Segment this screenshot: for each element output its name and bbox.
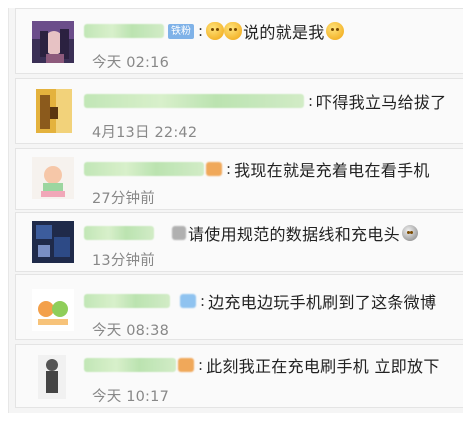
comment-time: 今天 08:38 [92, 323, 169, 339]
colon: : [308, 92, 314, 110]
username-blurred[interactable] [84, 94, 304, 108]
comment-time: 今天 02:16 [92, 55, 169, 71]
avatar[interactable] [32, 21, 74, 63]
comment-text: 我现在就是充着电在看手机 [234, 161, 430, 180]
avatar[interactable] [32, 289, 74, 331]
lock-face-icon [401, 225, 418, 241]
username-blurred[interactable] [84, 24, 164, 38]
comment-time: 27分钟前 [92, 191, 155, 207]
avatar[interactable] [32, 157, 74, 199]
cat-face-icon [206, 22, 225, 40]
colon: : [198, 22, 204, 40]
avatar[interactable] [36, 89, 72, 133]
colon: : [200, 292, 206, 310]
comment-text: 说的就是我 [243, 23, 325, 42]
username-blurred[interactable] [84, 162, 204, 176]
tag-icon [178, 358, 194, 372]
colon: : [226, 160, 232, 178]
comment-item[interactable]: 铁粉 : 说的就是我 今天 02:16 [15, 8, 463, 74]
comment-time: 13分钟前 [92, 253, 155, 269]
fan-badge: 铁粉 [168, 23, 194, 39]
comment-text: 此刻我正在充电刷手机 立即放下 [206, 357, 440, 376]
blurred-mark [172, 226, 186, 240]
comment-item[interactable]: : 吓得我立马给拔了 4月13日 22:42 [15, 78, 463, 144]
username-blurred[interactable] [84, 358, 176, 372]
username-blurred[interactable] [84, 226, 154, 240]
avatar[interactable] [38, 355, 66, 399]
comment-text: 边充电边玩手机刷到了这条微博 [208, 293, 437, 312]
comment-feed: 铁粉 : 说的就是我 今天 02:16 : 吓得我立马给拔了 4月13日 22:… [8, 8, 463, 413]
laughing-face-icon [325, 22, 344, 40]
comment-item[interactable]: : 我现在就是充着电在看手机 27分钟前 [15, 148, 463, 210]
comment-text: 吓得我立马给拔了 [316, 93, 447, 112]
avatar[interactable] [32, 221, 74, 263]
comment-text: 请使用规范的数据线和充电头 [188, 225, 400, 244]
comment-item[interactable]: : 边充电边玩手机刷到了这条微博 今天 08:38 [15, 274, 463, 340]
cat-face-icon [224, 22, 243, 40]
username-blurred[interactable] [84, 294, 170, 308]
heart-icon [180, 294, 196, 308]
comment-time: 4月13日 22:42 [92, 125, 198, 141]
tag-icon [206, 162, 222, 176]
comment-item[interactable]: : 此刻我正在充电刷手机 立即放下 今天 10:17 [15, 344, 463, 408]
comment-item[interactable]: 请使用规范的数据线和充电头 13分钟前 [15, 212, 463, 272]
colon: : [198, 356, 204, 374]
comment-time: 今天 10:17 [92, 389, 169, 405]
